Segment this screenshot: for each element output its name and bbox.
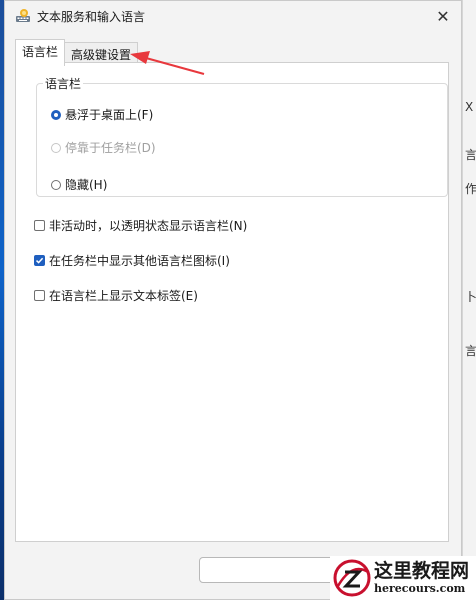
site-watermark: 这里教程网 herecours.com (330, 556, 476, 600)
site-logo-icon (333, 559, 371, 597)
tab-language-bar[interactable]: 语言栏 (15, 39, 66, 66)
watermark-title: 这里教程网 (374, 560, 470, 582)
watermark-url: herecours.com (374, 582, 466, 595)
annotation-arrow-icon (130, 51, 205, 76)
